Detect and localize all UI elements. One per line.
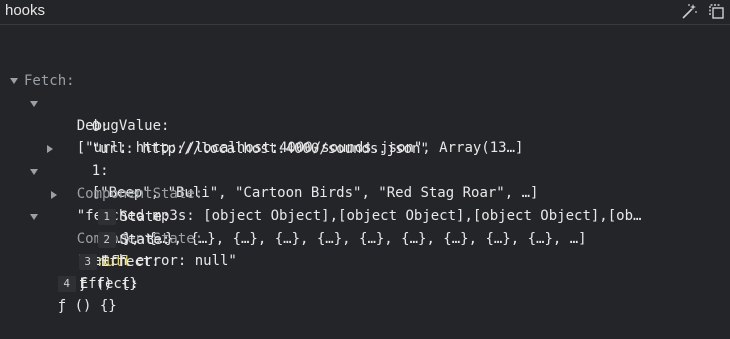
panel-title: hooks (5, 2, 46, 19)
expand-arrow-down-icon[interactable] (29, 55, 39, 107)
hooks-panel-header: hooks (0, 0, 730, 25)
tree-row-component-state-2[interactable]: ComponentState: "fetch error: null" (0, 162, 237, 269)
tree-row-effect-3: 3 Effect: ƒ () {} (0, 207, 160, 292)
tree-row-debug-item-1[interactable]: 1: ["Beep", "Buli", "Cartoon Birds", "Re… (0, 94, 538, 201)
expand-arrow-right-icon[interactable] (49, 146, 59, 199)
expand-arrow-down-icon[interactable] (29, 168, 39, 220)
magic-wand-icon[interactable] (680, 3, 698, 21)
tree-row-debug-value[interactable]: DebugValue: ["url: http://localhost:4000… (0, 49, 523, 156)
effect-4-value: ƒ () {} (57, 298, 117, 314)
expand-arrow-right-icon[interactable] (45, 100, 55, 153)
tree-row-effect-4: 4 Effect: ƒ () {} (0, 229, 139, 314)
effect-4-key: Effect: (79, 276, 139, 292)
tree-row-fetch[interactable]: Fetch: (0, 26, 75, 89)
hook-index-badge: 4 (57, 276, 76, 292)
tree-row-state-2: 2 State: null (0, 185, 170, 270)
inspect-element-icon[interactable] (708, 3, 726, 21)
debug-item-0-key: 0: (91, 119, 109, 135)
tree-row-component-state-1[interactable]: ComponentState: "fetched mp3s: [object O… (0, 117, 641, 224)
expand-arrow-down-icon[interactable] (9, 32, 19, 84)
tree-row-state-1[interactable]: 1 State: [{…}, {…}, {…}, {…}, {…}, {…}, {… (0, 140, 587, 247)
tree-row-debug-item-0: 0: "url: http://localhost:4000/sounds.js… (0, 72, 429, 157)
expand-arrow-down-icon[interactable] (29, 123, 39, 175)
